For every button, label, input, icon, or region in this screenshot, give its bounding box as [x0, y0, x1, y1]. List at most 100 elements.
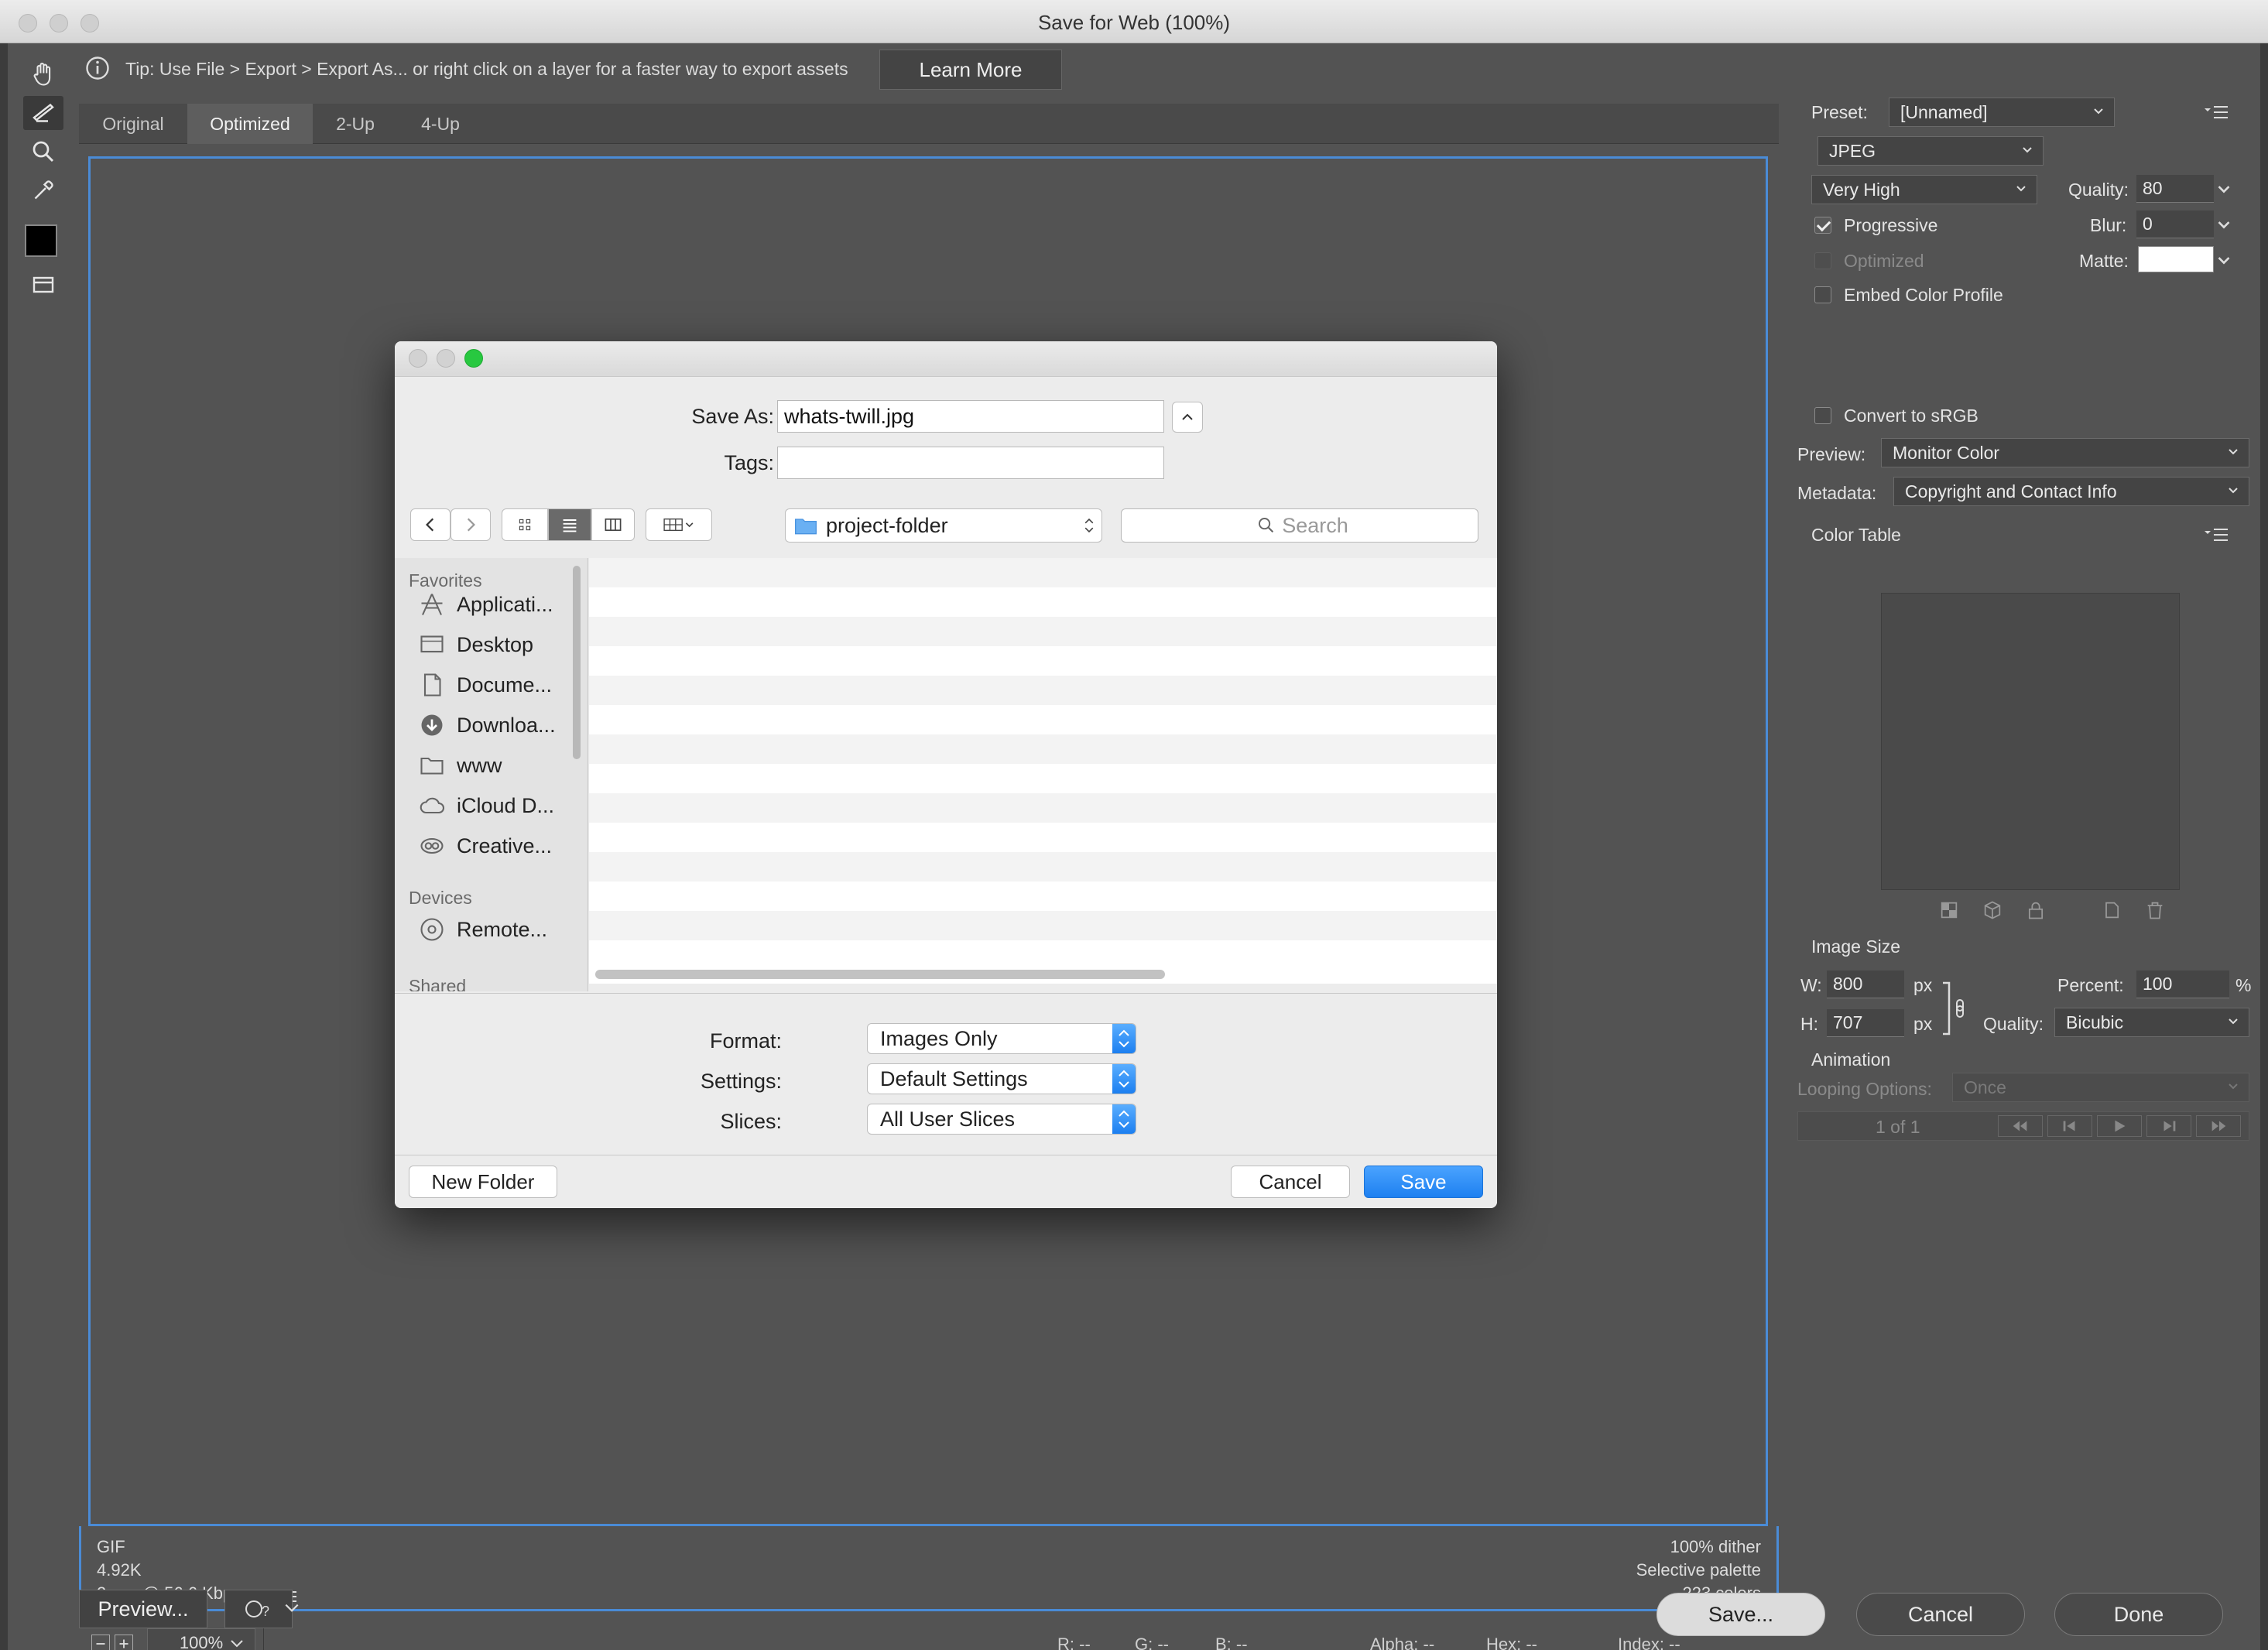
search-icon — [1259, 518, 1274, 533]
resample-quality-dropdown[interactable]: Bicubic — [2054, 1008, 2249, 1037]
sidebar-item-remote-disc[interactable]: Remote... — [418, 914, 547, 945]
sidebar-item-desktop[interactable]: Desktop — [418, 629, 533, 660]
matte-color-swatch[interactable] — [2138, 246, 2214, 272]
back-button[interactable] — [410, 508, 451, 541]
quality-chevron-down-icon[interactable] — [2214, 180, 2234, 200]
tab-4-up[interactable]: 4-Up — [398, 104, 483, 144]
save-as-label: Save As: — [691, 405, 774, 428]
format-value: Images Only — [880, 1026, 998, 1050]
animation-label: Animation — [1811, 1049, 1891, 1070]
search-field[interactable]: Search — [1121, 508, 1478, 543]
icon-view-button[interactable] — [502, 508, 548, 541]
settings-dropdown[interactable]: Default Settings — [867, 1063, 1136, 1094]
eyedropper-tool-icon[interactable] — [23, 173, 63, 207]
lock-color-icon[interactable] — [2025, 899, 2047, 921]
blur-chevron-down-icon[interactable] — [2214, 215, 2234, 235]
preview-in-browser-button[interactable]: Preview... — [79, 1590, 207, 1628]
zoom-tool-icon[interactable] — [23, 135, 63, 169]
slice-select-tool-icon[interactable] — [23, 96, 63, 130]
color-table-menu-icon[interactable] — [2203, 525, 2229, 546]
map-to-transparent-icon[interactable] — [1938, 899, 1960, 921]
save-as-input[interactable]: whats-twill.jpg — [777, 400, 1164, 433]
tab-optimized[interactable]: Optimized — [187, 104, 313, 144]
sidebar-item-applications[interactable]: Applicati... — [418, 589, 553, 620]
sidebar-item-label: Desktop — [457, 632, 534, 656]
percent-input[interactable]: 100 — [2136, 970, 2229, 998]
toggle-slices-visibility-icon[interactable] — [23, 268, 63, 302]
constrain-proportions-link-icon[interactable] — [1940, 980, 1971, 1037]
color-table-grid[interactable] — [1881, 593, 2180, 890]
preview-dropdown[interactable]: Monitor Color — [1881, 438, 2249, 467]
learn-more-button[interactable]: Learn More — [879, 50, 1062, 90]
new-folder-button[interactable]: New Folder — [409, 1166, 557, 1198]
frame-counter: 1 of 1 — [1876, 1117, 1920, 1137]
new-color-icon[interactable] — [2101, 899, 2122, 921]
optimize-menu-icon[interactable] — [2203, 102, 2229, 124]
browser-chevron-down-icon[interactable] — [283, 1600, 300, 1616]
metadata-dropdown[interactable]: Copyright and Contact Info — [1893, 477, 2249, 506]
browser-select-button[interactable]: ? — [224, 1590, 293, 1628]
tab-2-up[interactable]: 2-Up — [313, 104, 398, 144]
previous-frame-button[interactable] — [2047, 1115, 2092, 1137]
zoom-in-button[interactable] — [115, 1635, 133, 1650]
up-down-chevron-icon — [1119, 1070, 1129, 1088]
zoom-chevron-down-icon[interactable] — [229, 1638, 245, 1650]
format-dropdown[interactable]: Images Only — [867, 1023, 1136, 1054]
web-snap-cube-icon[interactable] — [1982, 899, 2003, 921]
file-list-horizontal-scrollbar[interactable] — [595, 970, 1165, 979]
list-view-button[interactable] — [548, 508, 591, 541]
play-animation-button[interactable] — [2097, 1115, 2142, 1137]
quality-label: Quality: — [2068, 180, 2129, 200]
looping-options-label: Looping Options: — [1797, 1079, 1932, 1099]
trash-icon[interactable] — [2144, 899, 2166, 921]
eyedropper-color-swatch[interactable] — [25, 224, 57, 257]
location-value: project-folder — [826, 513, 948, 537]
convert-to-srgb-checkbox[interactable] — [1814, 407, 1831, 424]
search-placeholder: Search — [1282, 513, 1348, 537]
slices-dropdown[interactable]: All User Slices — [867, 1104, 1136, 1135]
dialog-minimize-button[interactable] — [437, 349, 455, 368]
sidebar-item-www[interactable]: www — [418, 750, 502, 781]
sidebar-item-icloud-drive[interactable]: iCloud D... — [418, 790, 554, 821]
file-format-dropdown[interactable]: JPEG — [1817, 136, 2044, 166]
matte-chevron-down-icon[interactable] — [2214, 251, 2234, 271]
height-input[interactable]: 707 — [1827, 1009, 1904, 1037]
blur-input[interactable]: 0 — [2136, 211, 2214, 238]
sidebar-item-creative-cloud[interactable]: Creative... — [418, 830, 552, 861]
sidebar-scrollbar[interactable] — [573, 566, 581, 759]
up-down-chevron-icon — [1084, 518, 1094, 533]
dialog-zoom-button[interactable] — [464, 349, 483, 368]
tab-original[interactable]: Original — [79, 104, 187, 144]
dialog-save-button[interactable]: Save — [1364, 1166, 1483, 1198]
tags-input[interactable] — [777, 447, 1164, 479]
expand-dialog-button[interactable] — [1172, 402, 1203, 433]
file-list[interactable] — [589, 558, 1497, 984]
width-label: W: — [1800, 975, 1822, 995]
location-dropdown[interactable]: project-folder — [785, 508, 1102, 543]
alpha-readout: Alpha: -- — [1370, 1635, 1435, 1650]
optimized-checkbox[interactable] — [1814, 252, 1831, 269]
columns-icon — [605, 518, 622, 532]
hand-tool-icon[interactable] — [23, 57, 63, 91]
sidebar-item-downloads[interactable]: Downloa... — [418, 710, 556, 741]
forward-button[interactable] — [451, 508, 491, 541]
embed-color-profile-checkbox[interactable] — [1814, 286, 1831, 303]
arrange-button[interactable] — [646, 508, 712, 541]
first-frame-button[interactable] — [1998, 1115, 2043, 1137]
width-input[interactable]: 800 — [1827, 970, 1904, 998]
sidebar-item-documents[interactable]: Docume... — [418, 669, 552, 700]
next-frame-button[interactable] — [2146, 1115, 2191, 1137]
compression-quality-value: Very High — [1823, 179, 1900, 200]
dialog-close-button[interactable] — [409, 349, 427, 368]
column-view-button[interactable] — [591, 508, 635, 541]
dialog-cancel-button[interactable]: Cancel — [1231, 1166, 1350, 1198]
progressive-checkbox[interactable] — [1814, 217, 1831, 234]
looping-options-dropdown[interactable]: Once — [1952, 1073, 2249, 1102]
last-frame-button[interactable] — [2196, 1115, 2241, 1137]
desktop-icon — [420, 635, 444, 653]
chevron-down-icon — [2229, 488, 2238, 494]
preset-dropdown[interactable]: [Unnamed] — [1889, 98, 2115, 127]
zoom-out-button[interactable] — [91, 1635, 110, 1650]
compression-quality-dropdown[interactable]: Very High — [1811, 175, 2037, 204]
quality-input[interactable]: 80 — [2136, 175, 2214, 203]
